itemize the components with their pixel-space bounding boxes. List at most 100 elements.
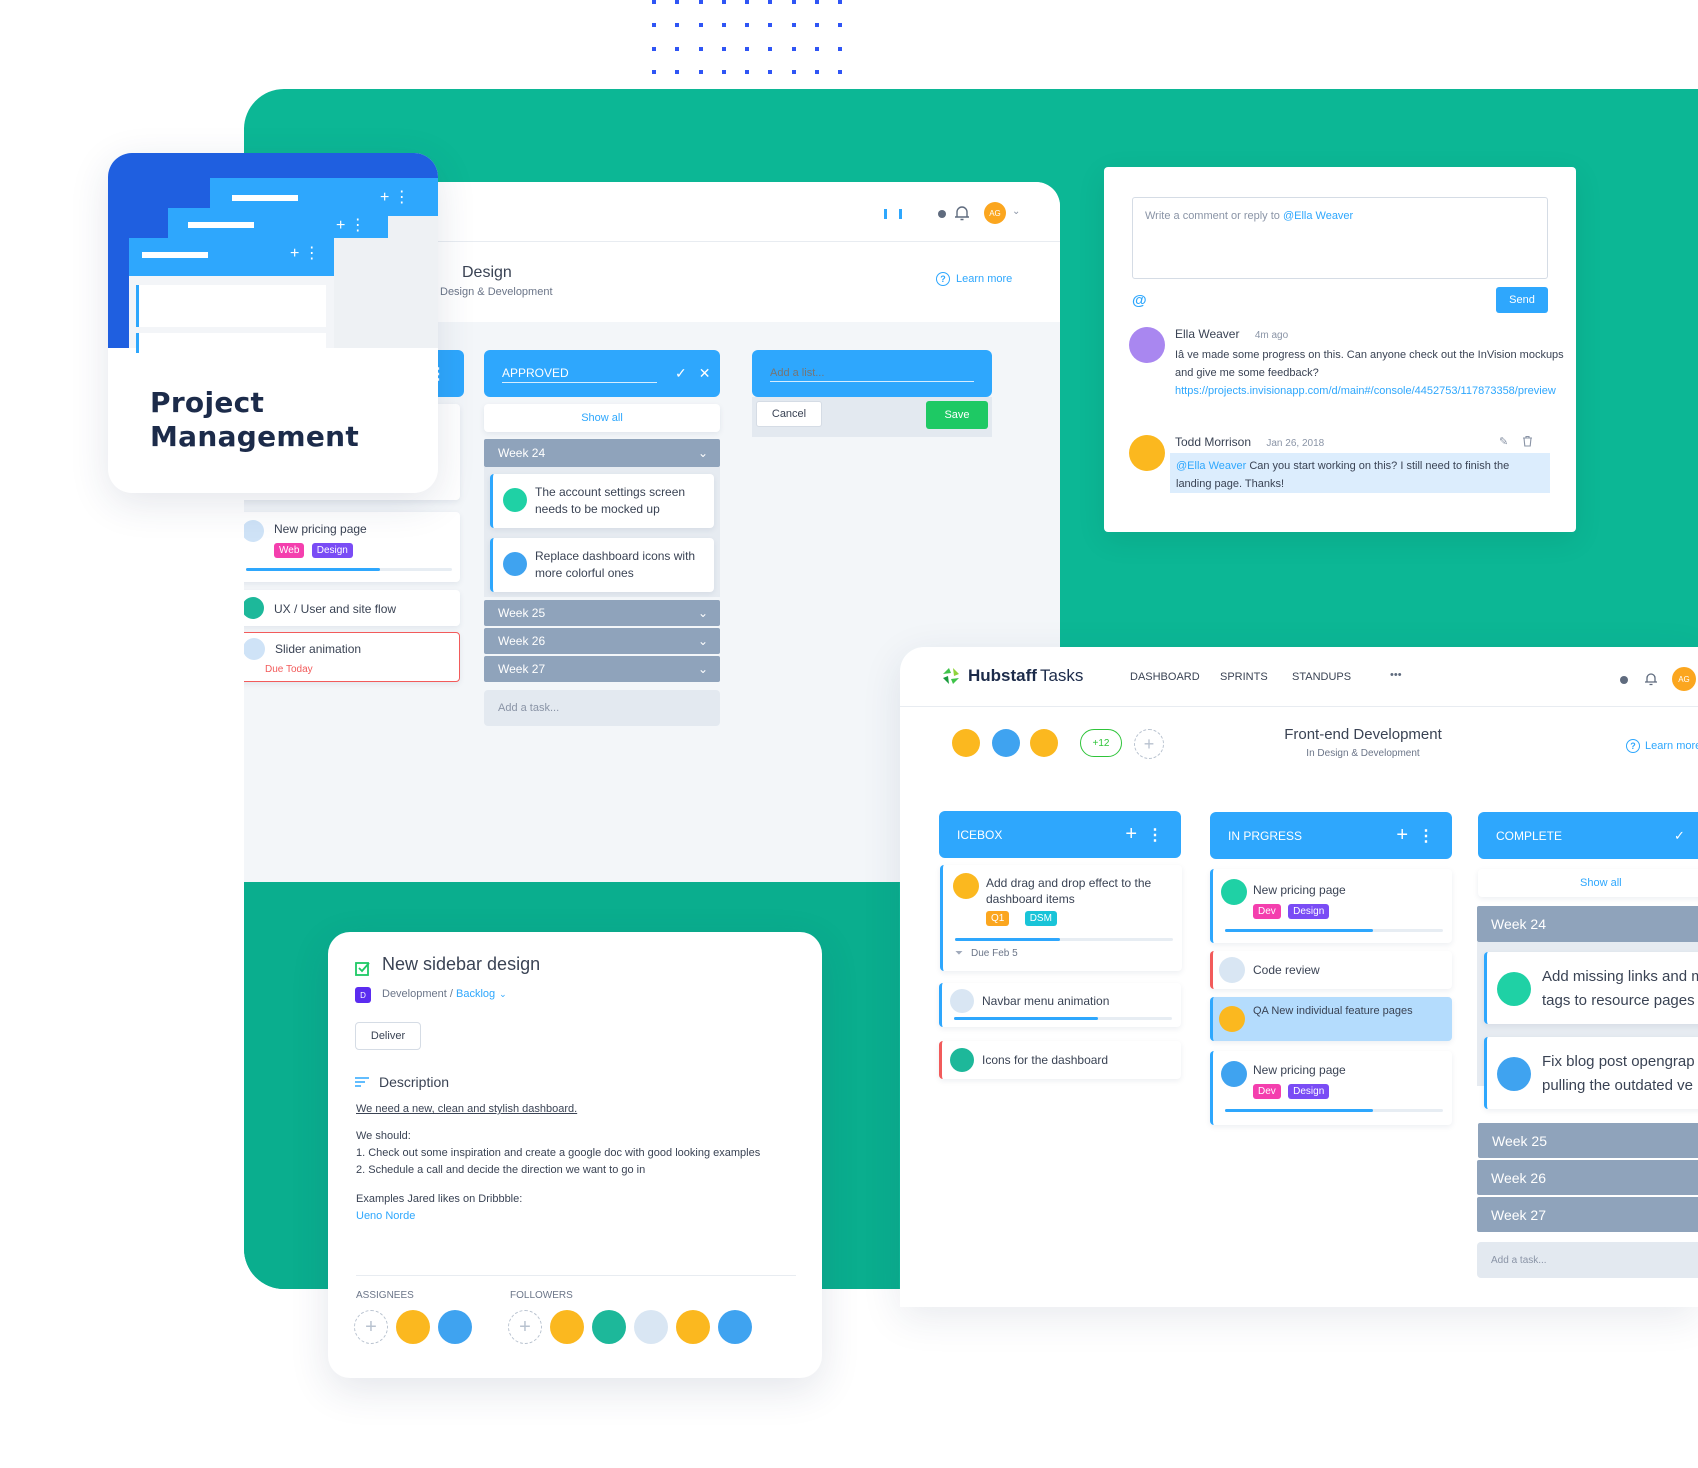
decorative-dot — [652, 23, 656, 28]
add-list-input[interactable] — [770, 365, 974, 382]
comments-panel: Write a comment or reply to @Ella Weaver… — [1104, 167, 1576, 532]
follower-avatar[interactable] — [592, 1310, 626, 1344]
task-card[interactable]: Navbar menu animation — [939, 983, 1181, 1027]
plus-icon[interactable]: + — [1396, 824, 1408, 847]
chevron-down-icon: ⌄ — [697, 634, 708, 648]
save-button[interactable]: Save — [926, 401, 988, 429]
add-member-button[interactable]: + — [1134, 729, 1164, 759]
deliver-button[interactable]: Deliver — [355, 1022, 421, 1050]
week-group-header[interactable]: Week 25 — [1478, 1123, 1698, 1158]
follower-avatar[interactable] — [676, 1310, 710, 1344]
task-complete-checkbox-icon[interactable] — [355, 960, 371, 976]
more-vertical-icon[interactable]: ⋮ — [1418, 826, 1434, 846]
add-task-input[interactable]: Add a task... — [484, 690, 720, 726]
week-group-header[interactable]: Week 25 ⌄ — [484, 600, 720, 626]
assignee-avatar[interactable] — [438, 1310, 472, 1344]
close-icon[interactable]: ✕ — [699, 365, 711, 382]
task-card[interactable]: Fix blog post opengrap pulling the outda… — [1484, 1037, 1698, 1109]
learn-more-link[interactable]: ? Learn more — [1626, 739, 1698, 753]
cancel-button[interactable]: Cancel — [756, 401, 822, 427]
task-card-overdue[interactable]: Slider animation Due Today — [244, 632, 460, 682]
task-title: Add drag and drop effect to the dashboar… — [986, 876, 1152, 906]
task-card[interactable]: The account settings screen needs to be … — [490, 474, 714, 528]
bell-icon[interactable] — [954, 204, 970, 222]
help-icon: ? — [1626, 739, 1640, 753]
show-all-button[interactable]: Show all — [484, 404, 720, 432]
follower-avatar[interactable] — [550, 1310, 584, 1344]
brand-logo[interactable]: Hubstaff Tasks — [940, 665, 1083, 687]
bell-icon[interactable] — [1644, 671, 1658, 687]
task-card[interactable]: UX / User and site flow — [244, 590, 460, 626]
description-body[interactable]: We need a new, clean and stylish dashboa… — [356, 1101, 796, 1225]
assignee-avatar — [1497, 972, 1531, 1006]
member-avatar[interactable] — [952, 729, 980, 757]
comment-header: Todd Morrison Jan 26, 2018 — [1175, 435, 1324, 449]
task-card[interactable]: New pricing page Web Design — [244, 512, 460, 582]
task-card[interactable]: Code review — [1210, 951, 1452, 989]
mention-link[interactable]: @Ella Weaver — [1176, 460, 1246, 472]
member-avatar[interactable] — [1030, 729, 1058, 757]
task-card[interactable]: Icons for the dashboard — [939, 1041, 1181, 1079]
chevron-down-icon: ⌄ — [697, 662, 708, 676]
task-card[interactable]: Replace dashboard icons with more colorf… — [490, 538, 714, 592]
trash-icon[interactable] — [1522, 435, 1533, 447]
add-task-input[interactable]: Add a task... — [1477, 1242, 1698, 1278]
status-dot-icon[interactable] — [1620, 676, 1628, 684]
follower-avatar[interactable] — [718, 1310, 752, 1344]
status-dot-icon[interactable] — [938, 210, 946, 218]
task-card-selected[interactable]: QA New individual feature pages — [1210, 997, 1452, 1041]
week-group-header[interactable]: Week 24 — [1477, 906, 1698, 942]
decorative-dot — [721, 0, 726, 4]
assignee-avatar[interactable] — [396, 1310, 430, 1344]
list-name-input[interactable] — [502, 364, 657, 383]
chevron-down-icon[interactable]: ⌄ — [1012, 206, 1020, 217]
decorative-dot — [721, 23, 726, 28]
task-card[interactable]: Add drag and drop effect to the dashboar… — [940, 865, 1182, 971]
task-title[interactable]: New sidebar design — [382, 954, 540, 975]
assignee-avatar — [950, 1048, 974, 1072]
breadcrumb[interactable]: Development / Backlog ⌄ — [382, 988, 507, 1000]
comment-link[interactable]: https://projects.invisionapp.com/d/main#… — [1175, 385, 1556, 397]
illustration-line — [232, 195, 298, 201]
show-all-button[interactable]: Show all — [1478, 869, 1698, 897]
more-members-badge[interactable]: +12 — [1080, 729, 1122, 757]
week-group-header[interactable]: Week 24 ⌄ — [484, 439, 720, 467]
mention-icon[interactable]: @ — [1132, 292, 1147, 309]
more-horizontal-icon[interactable]: ••• — [1390, 669, 1402, 681]
nav-sprints[interactable]: SPRINTS — [1220, 671, 1268, 683]
nav-dashboard[interactable]: DASHBOARD — [1130, 671, 1200, 683]
week-group-header[interactable]: Week 26 — [1477, 1160, 1698, 1195]
week-group-header[interactable]: Week 27 — [1477, 1197, 1698, 1232]
user-avatar[interactable]: AG — [1672, 667, 1696, 691]
check-icon[interactable]: ✓ — [1674, 828, 1685, 844]
add-follower-button[interactable]: + — [508, 1310, 542, 1344]
task-title: The account settings screen needs to be … — [535, 485, 686, 516]
check-icon[interactable]: ✓ — [675, 365, 687, 382]
week-group-header[interactable]: Week 26 ⌄ — [484, 628, 720, 654]
tag: Web — [274, 543, 305, 558]
comment-author: Todd Morrison — [1175, 435, 1252, 449]
task-card[interactable]: Add missing links and m tags to resource… — [1484, 952, 1698, 1024]
plus-icon: + ⋮ — [290, 245, 320, 262]
progress-bar — [1225, 1109, 1443, 1112]
more-vertical-icon[interactable]: ⋮ — [1147, 825, 1163, 845]
task-card[interactable]: New pricing page Dev Design — [1210, 1051, 1452, 1125]
help-icon: ? — [936, 272, 950, 286]
edit-icon[interactable]: ✎ — [1499, 435, 1508, 448]
add-assignee-button[interactable]: + — [354, 1310, 388, 1344]
member-avatar[interactable] — [992, 729, 1020, 757]
decorative-dot — [791, 23, 796, 28]
task-card[interactable]: New pricing page Dev Design — [1210, 869, 1452, 943]
comment-input[interactable]: Write a comment or reply to @Ella Weaver — [1132, 197, 1548, 279]
promo-title: Project Management — [150, 386, 360, 453]
assignee-avatar — [244, 520, 264, 542]
decorative-dot — [791, 69, 796, 74]
week-group-header[interactable]: Week 27 ⌄ — [484, 656, 720, 682]
plus-icon[interactable]: + — [1125, 823, 1137, 846]
user-avatar[interactable]: AG — [984, 202, 1006, 224]
send-button[interactable]: Send — [1496, 287, 1548, 313]
follower-avatar[interactable] — [634, 1310, 668, 1344]
nav-standups[interactable]: STANDUPS — [1292, 671, 1351, 683]
learn-more-link[interactable]: ? Learn more — [936, 272, 1012, 286]
commenter-avatar — [1129, 327, 1165, 363]
